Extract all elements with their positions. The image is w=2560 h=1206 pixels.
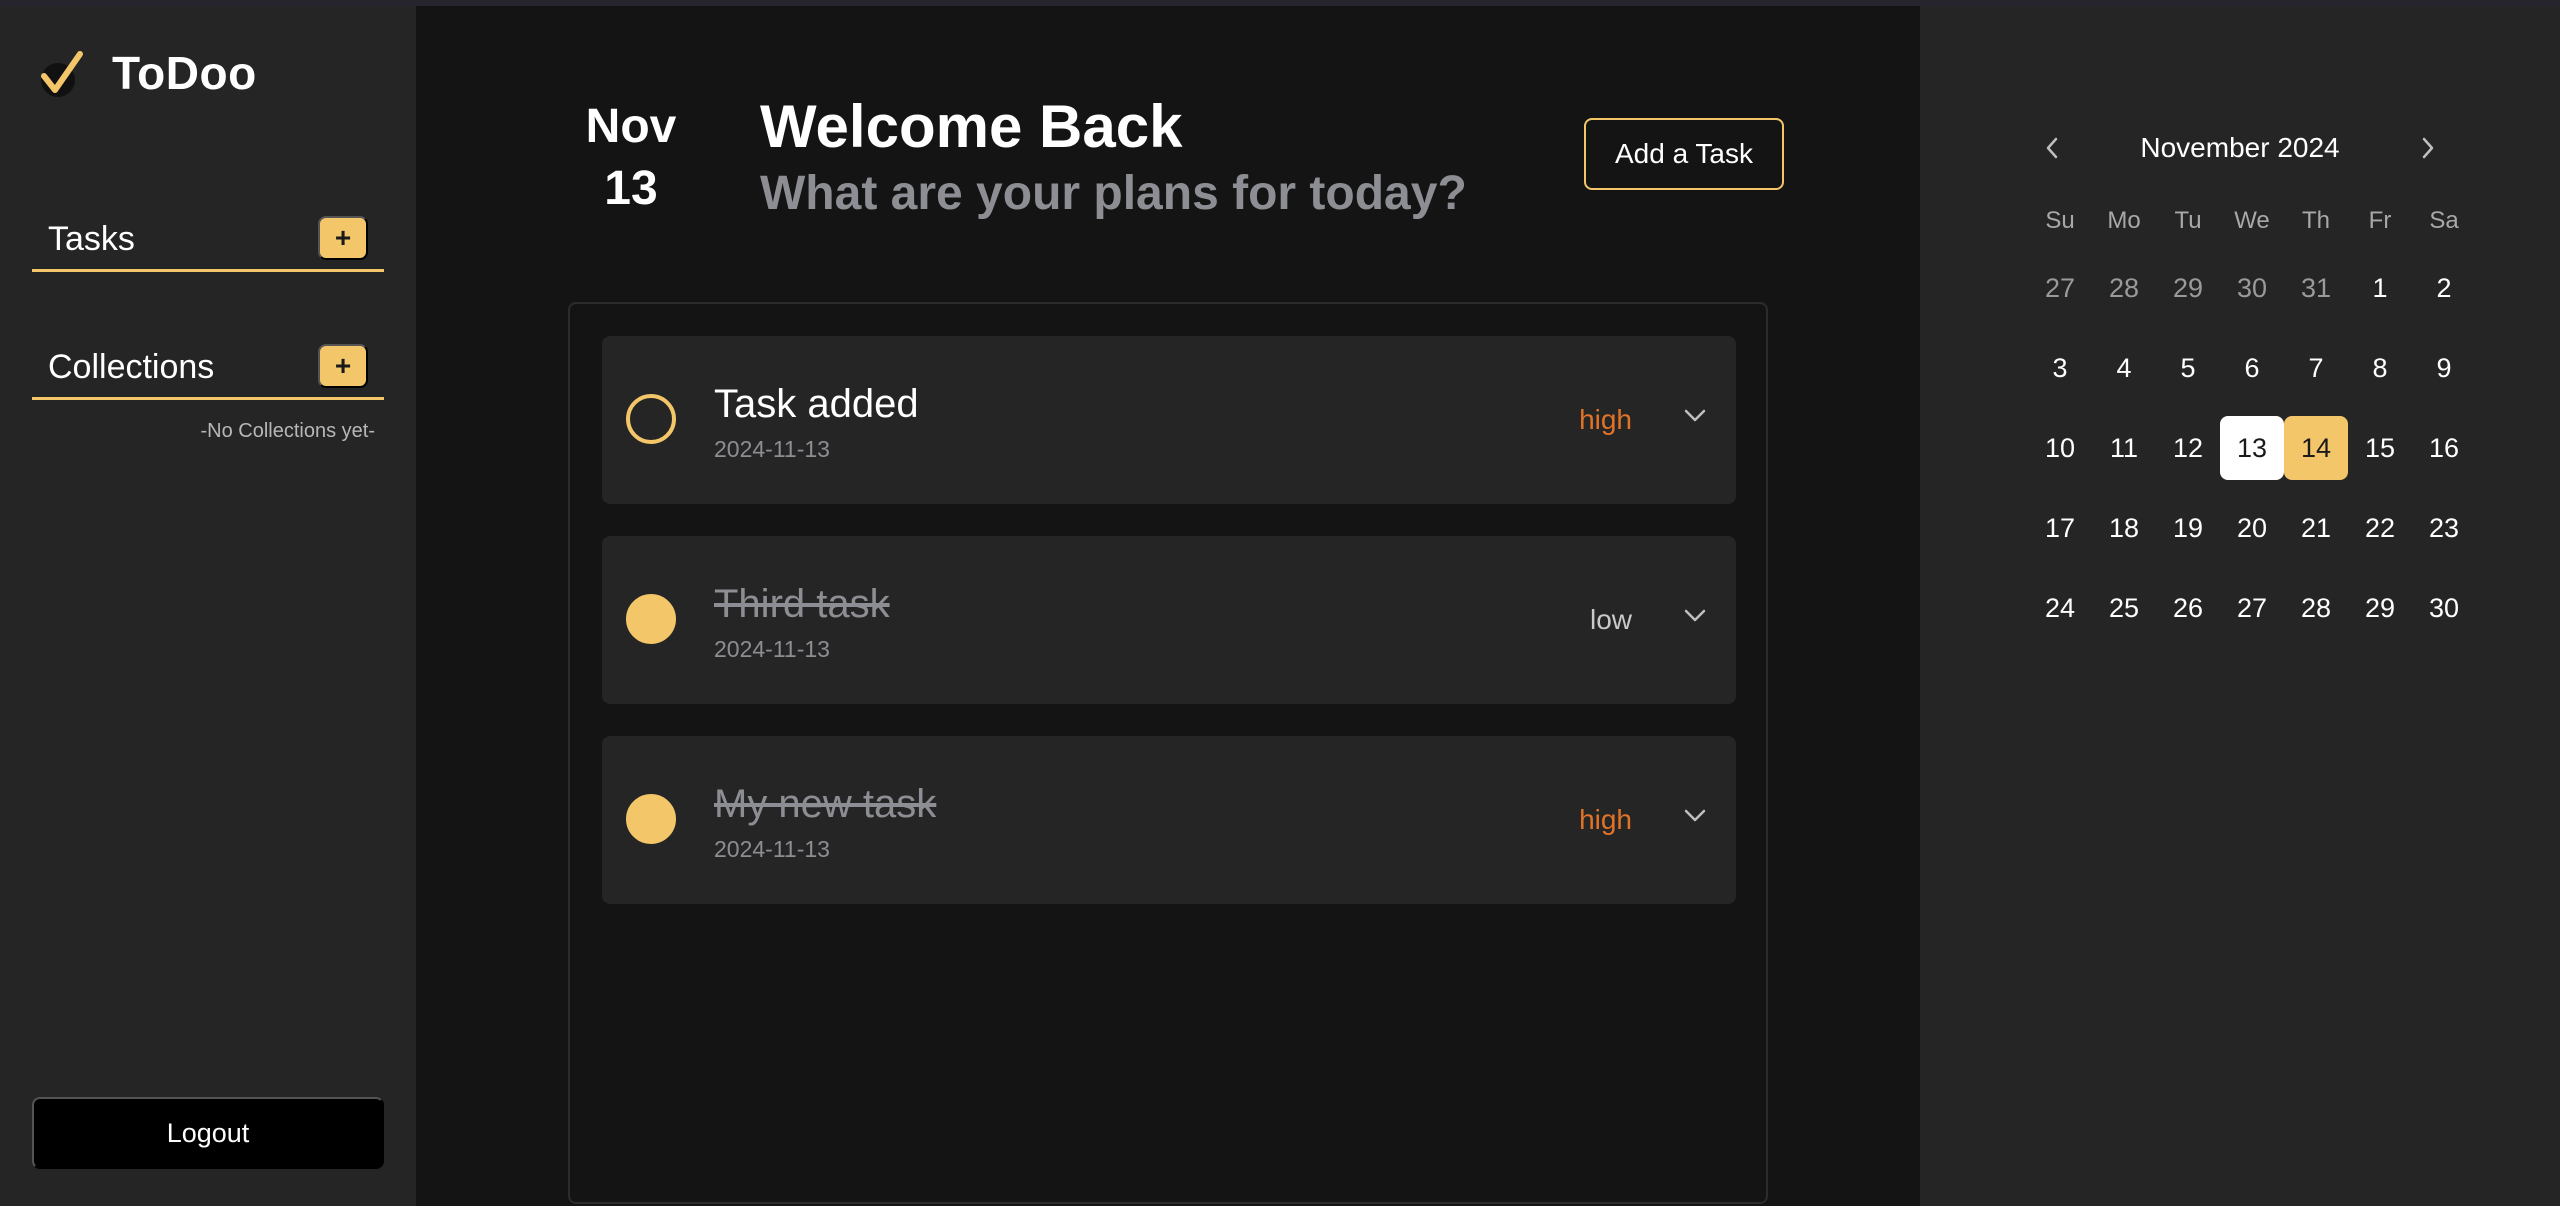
calendar-day[interactable]: 30 (2220, 256, 2284, 320)
tasks-section: Tasks + (32, 206, 384, 272)
calendar-day[interactable]: 29 (2156, 256, 2220, 320)
chevron-right-icon (2422, 137, 2434, 159)
calendar-day[interactable]: 5 (2156, 336, 2220, 400)
calendar-next-button[interactable] (2408, 128, 2448, 168)
calendar-day[interactable]: 3 (2028, 336, 2092, 400)
calendar-day[interactable]: 6 (2220, 336, 2284, 400)
task-priority: high (1579, 404, 1632, 435)
calendar-day[interactable]: 21 (2284, 496, 2348, 560)
current-date: Nov 13 (566, 96, 696, 220)
calendar-day[interactable]: 23 (2412, 496, 2476, 560)
task-date: 2024-11-13 (714, 836, 830, 862)
current-day: 13 (604, 162, 658, 215)
calendar-day[interactable]: 28 (2092, 256, 2156, 320)
weekday-label: Th (2301, 207, 2330, 234)
task-complete-toggle[interactable] (626, 794, 676, 844)
calendar-day[interactable]: 9 (2412, 336, 2476, 400)
calendar-day-selected[interactable]: 14 (2284, 416, 2348, 480)
main-content: Nov 13 Welcome Back What are your plans … (416, 6, 1920, 1206)
calendar-week: 17 18 19 20 21 22 23 (2028, 496, 2476, 576)
weekday-label: Fr (2368, 207, 2392, 234)
current-month: Nov (585, 100, 677, 153)
calendar-day[interactable]: 7 (2284, 336, 2348, 400)
weekday-label: Su (2045, 207, 2075, 234)
task-card[interactable]: Task added 2024-11-13 high (602, 336, 1736, 504)
task-date: 2024-11-13 (714, 436, 830, 462)
calendar-day[interactable]: 10 (2028, 416, 2092, 480)
add-task-sidebar-button[interactable]: + (318, 216, 368, 260)
add-collection-button[interactable]: + (318, 344, 368, 388)
chevron-down-icon[interactable] (1680, 796, 1710, 836)
calendar-day[interactable]: 15 (2348, 416, 2412, 480)
app-name: ToDoo (112, 47, 257, 99)
calendar-day[interactable]: 30 (2412, 576, 2476, 640)
app-logo[interactable]: ToDoo (38, 46, 257, 100)
calendar-day[interactable]: 12 (2156, 416, 2220, 480)
calendar-day[interactable]: 19 (2156, 496, 2220, 560)
tasks-label[interactable]: Tasks (48, 220, 135, 259)
calendar-day[interactable]: 29 (2348, 576, 2412, 640)
task-priority: high (1579, 804, 1632, 835)
calendar-day[interactable]: 25 (2092, 576, 2156, 640)
task-priority: low (1589, 604, 1632, 635)
chevron-down-icon[interactable] (1680, 596, 1710, 636)
calendar-weekday-header: Su Mo Tu We Th Fr Sa (2028, 196, 2476, 246)
calendar-day[interactable]: 31 (2284, 256, 2348, 320)
weekday-label: Mo (2107, 207, 2141, 234)
task-complete-toggle[interactable] (626, 594, 676, 644)
collections-section: Collections + (32, 334, 384, 400)
calendar-day[interactable]: 2 (2412, 256, 2476, 320)
calendar-day-today[interactable]: 13 (2220, 416, 2284, 480)
add-task-button[interactable]: Add a Task (1584, 118, 1784, 190)
task-card[interactable]: My new task 2024-11-13 high (602, 736, 1736, 904)
weekday-label: Tu (2174, 207, 2202, 234)
task-list: Task added 2024-11-13 high Third task 20… (568, 302, 1768, 1204)
calendar-day[interactable]: 17 (2028, 496, 2092, 560)
task-complete-toggle[interactable] (626, 394, 676, 444)
calendar-day[interactable]: 28 (2284, 576, 2348, 640)
weekday-label: Sa (2429, 207, 2459, 234)
weekday-label: We (2234, 207, 2270, 234)
calendar-day[interactable]: 16 (2412, 416, 2476, 480)
task-date: 2024-11-13 (714, 636, 830, 662)
calendar-day[interactable]: 26 (2156, 576, 2220, 640)
calendar-week: 27 28 29 30 31 1 2 (2028, 256, 2476, 336)
calendar-month-title: November 2024 (2140, 132, 2340, 163)
calendar-week: 10 11 12 13 14 15 16 (2028, 416, 2476, 496)
logout-button[interactable]: Logout (32, 1097, 384, 1169)
welcome-subtitle: What are your plans for today? (760, 167, 1467, 220)
calendar-week: 24 25 26 27 28 29 30 (2028, 576, 2476, 656)
calendar-day[interactable]: 11 (2092, 416, 2156, 480)
chevron-down-icon[interactable] (1680, 396, 1710, 436)
calendar-days: 27 28 29 30 31 1 2 3 4 5 6 7 8 9 10 11 12 13 14 15 16 17 18 19 2… (2028, 256, 2476, 656)
calendar-day[interactable]: 20 (2220, 496, 2284, 560)
task-title: My new task (714, 782, 937, 826)
welcome-heading: Welcome Back (760, 93, 1183, 160)
calendar-day[interactable]: 8 (2348, 336, 2412, 400)
task-title: Task added (714, 382, 919, 426)
calendar-day[interactable]: 18 (2092, 496, 2156, 560)
checkmark-logo-icon (41, 51, 83, 97)
collections-label[interactable]: Collections (48, 348, 214, 387)
task-title: Third task (714, 582, 890, 626)
calendar-week: 3456789 (2028, 336, 2476, 416)
sidebar: ToDoo Tasks + Collections + -No Collecti… (0, 6, 416, 1206)
no-collections-text: -No Collections yet- (200, 420, 375, 442)
calendar-day[interactable]: 27 (2028, 256, 2092, 320)
task-card[interactable]: Third task 2024-11-13 low (602, 536, 1736, 704)
calendar-day[interactable]: 24 (2028, 576, 2092, 640)
calendar-day[interactable]: 27 (2220, 576, 2284, 640)
calendar-panel: November 2024 Su Mo Tu We Th Fr Sa 27 28 29 30 31 1… (1920, 6, 2560, 1206)
calendar-day[interactable]: 1 (2348, 256, 2412, 320)
calendar-day[interactable]: 4 (2092, 336, 2156, 400)
calendar-day[interactable]: 22 (2348, 496, 2412, 560)
